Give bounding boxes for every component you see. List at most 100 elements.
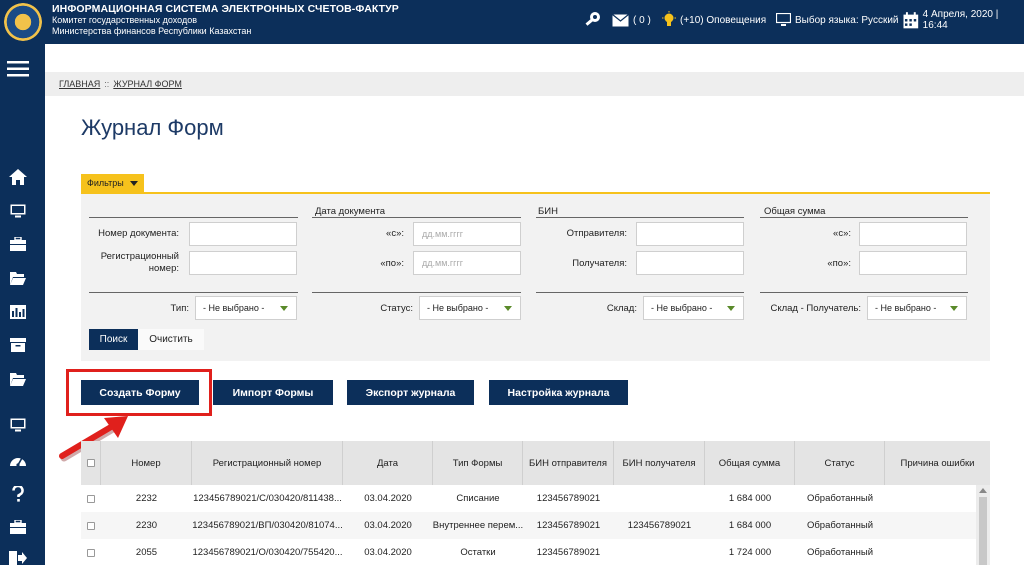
group-title-date: Дата документа [315, 206, 385, 217]
sidebar-item-monitor-2[interactable] [8, 416, 28, 434]
monitor-icon [10, 204, 26, 218]
table-cell: 2055 [135, 547, 158, 558]
group-divider [89, 217, 298, 218]
table-cell: 1 724 000 [728, 547, 772, 558]
language-selector[interactable]: Выбор языка: Русский [776, 0, 899, 40]
type-label: Тип: [170, 303, 189, 314]
table-header: Номер Регистрационный номер Дата Тип Фор… [81, 441, 990, 485]
key-button[interactable] [582, 0, 606, 40]
sum-from-input[interactable] [859, 222, 967, 246]
status-select[interactable]: - Не выбрано - [419, 296, 521, 320]
table-row[interactable]: 2230 123456789021/ВП/030420/81074... 03.… [81, 512, 976, 539]
sidebar-item-logout[interactable] [8, 549, 28, 565]
search-button[interactable]: Поиск [89, 329, 138, 350]
messages-button[interactable]: ( 0 ) [612, 0, 651, 40]
table-cell: 123456789021/О/030420/755420... [192, 547, 343, 558]
column-header[interactable]: Общая сумма [705, 441, 795, 485]
bin-receiver-input[interactable] [636, 251, 744, 275]
sidebar-item-home[interactable] [8, 168, 28, 186]
group-divider [536, 292, 744, 293]
warehouse-label: Склад: [606, 303, 637, 314]
table-cell: Обработанный [806, 493, 874, 504]
filters-tab-label: Фильтры [87, 178, 124, 188]
sidebar-item-folder-2[interactable] [8, 370, 28, 388]
bin-sender-input[interactable] [636, 222, 744, 246]
column-header[interactable]: БИН отправителя [523, 441, 614, 485]
journal-settings-button[interactable]: Настройка журнала [489, 380, 628, 405]
warehouse-receiver-select[interactable]: - Не выбрано - [867, 296, 967, 320]
type-select[interactable]: - Не выбрано - [195, 296, 297, 320]
reg-number-label: Регистрационный номер: [100, 251, 179, 274]
row-checkbox[interactable] [87, 494, 95, 503]
row-checkbox-cell [81, 485, 101, 512]
notifications-button[interactable]: (+10) Оповещения [662, 0, 766, 40]
table-cell: 1 684 000 [728, 493, 772, 504]
date-to-input[interactable]: дд.мм.гггг [413, 251, 521, 275]
warehouse-select-value: - Не выбрано - [651, 303, 713, 313]
column-header[interactable]: БИН получателя [614, 441, 705, 485]
clear-button[interactable]: Очистить [138, 329, 204, 350]
bar-chart-icon [10, 305, 26, 319]
sidebar-item-briefcase[interactable] [8, 235, 28, 253]
column-header[interactable]: Номер [101, 441, 192, 485]
reg-number-input[interactable] [189, 251, 297, 275]
table-cell: 2232 [135, 493, 158, 504]
sidebar-item-briefcase-2[interactable] [8, 518, 28, 536]
table-cell [614, 485, 705, 512]
column-header[interactable]: Статус [795, 441, 885, 485]
group-title-bin: БИН [538, 206, 558, 217]
date-to-label: «по»: [380, 258, 404, 269]
doc-number-label: Номер документа: [98, 228, 179, 239]
column-header[interactable]: Тип Формы [433, 441, 523, 485]
brand-block: ИНФОРМАЦИОННАЯ СИСТЕМА ЭЛЕКТРОННЫХ СЧЕТО… [52, 4, 399, 37]
calendar-icon [903, 11, 919, 28]
table-row[interactable]: 2055 123456789021/О/030420/755420... 03.… [81, 539, 976, 565]
group-divider [536, 217, 744, 218]
chevron-down-icon [950, 306, 958, 311]
sidebar-item-help[interactable] [8, 485, 28, 503]
page-title: Журнал Форм [81, 115, 224, 140]
breadcrumb-current-link[interactable]: ЖУРНАЛ ФОРМ [113, 79, 182, 89]
table-cell: Остатки [460, 547, 496, 558]
status-label: Статус: [380, 303, 413, 314]
table-cell: 2230 [135, 520, 158, 531]
date-from-label: «с»: [386, 228, 404, 239]
table-scrollbar[interactable] [976, 485, 990, 565]
breadcrumb-home-link[interactable]: ГЛАВНАЯ [59, 79, 100, 89]
envelope-icon [612, 13, 629, 26]
lightbulb-icon [662, 11, 676, 26]
status-select-value: - Не выбрано - [427, 303, 489, 313]
filters-tab[interactable]: Фильтры [81, 174, 144, 192]
sidebar-item-archive[interactable] [8, 336, 28, 354]
scrollbar-thumb[interactable] [979, 497, 987, 565]
home-icon [9, 169, 27, 185]
table-cell: 123456789021/ВП/030420/81074... [192, 520, 343, 531]
column-header[interactable]: Регистрационный номер [192, 441, 343, 485]
sum-to-input[interactable] [859, 251, 967, 275]
export-journal-button[interactable]: Экспорт журнала [347, 380, 474, 405]
date-from-input[interactable]: дд.мм.гггг [413, 222, 521, 246]
sidebar-item-monitor[interactable] [8, 202, 28, 220]
row-checkbox[interactable] [87, 521, 95, 530]
table-row[interactable]: 2232 123456789021/С/030420/811438... 03.… [81, 485, 976, 512]
column-header[interactable]: Дата [343, 441, 433, 485]
sidebar-item-dashboard[interactable] [8, 451, 28, 469]
warehouse-select[interactable]: - Не выбрано - [643, 296, 744, 320]
doc-number-input[interactable] [189, 222, 297, 246]
import-form-button[interactable]: Импорт Формы [213, 380, 333, 405]
scroll-up-icon[interactable] [979, 488, 987, 493]
system-title: ИНФОРМАЦИОННАЯ СИСТЕМА ЭЛЕКТРОННЫХ СЧЕТО… [52, 3, 399, 15]
column-header[interactable]: Причина ошибки [885, 441, 990, 485]
row-checkbox[interactable] [87, 548, 95, 557]
filters-panel: Дата документа БИН Общая сумма Номер док… [81, 194, 990, 361]
emblem-logo [4, 3, 42, 41]
hamburger-icon [7, 61, 29, 77]
sidebar-item-reports[interactable] [8, 303, 28, 321]
caret-down-icon [129, 180, 138, 186]
hamburger-menu-button[interactable] [7, 60, 29, 78]
sidebar-item-folder[interactable] [8, 269, 28, 287]
group-divider [760, 292, 968, 293]
chevron-down-icon [727, 306, 735, 311]
group-divider [312, 217, 521, 218]
select-all-checkbox[interactable] [86, 459, 95, 467]
